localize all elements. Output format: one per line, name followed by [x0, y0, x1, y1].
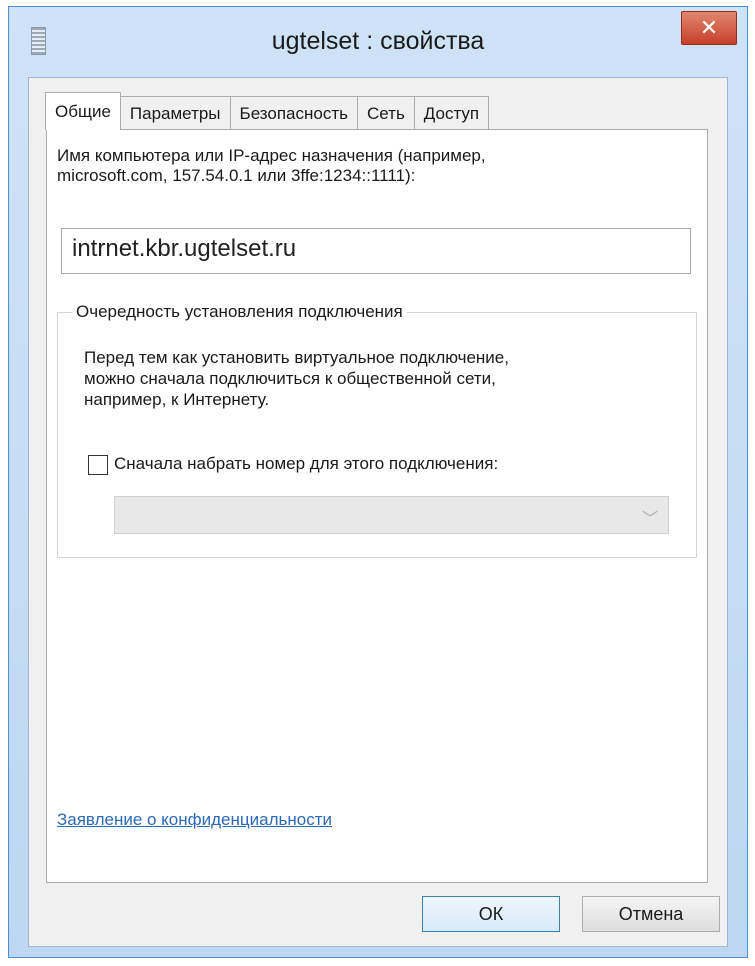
connection-order-group: Очередность установления подключения Пер… — [57, 302, 697, 558]
tab-sharing[interactable]: Доступ — [413, 96, 490, 130]
host-label-line: microsoft.com, 157.54.0.1 или 3ffe:1234:… — [57, 166, 416, 185]
title-bar[interactable]: ugtelset : свойства ✕ — [9, 7, 747, 77]
privacy-statement-link[interactable]: Заявление о конфиденциальности — [57, 810, 332, 830]
tab-networking[interactable]: Сеть — [356, 96, 415, 130]
window-title: ugtelset : свойства — [271, 27, 485, 55]
dialog-client-area: Общие Параметры Безопасность Сеть Доступ… — [28, 77, 728, 947]
dial-first-label[interactable]: Сначала набрать номер для этого подключе… — [114, 454, 498, 474]
tab-strip: Общие Параметры Безопасность Сеть Доступ — [45, 92, 490, 130]
general-tab-panel: Имя компьютера или IP-адрес назначения (… — [46, 129, 708, 883]
group-description-line: Перед тем как установить виртуальное под… — [84, 348, 509, 367]
cancel-button[interactable]: Отмена — [582, 896, 720, 932]
properties-dialog: ugtelset : свойства ✕ Общие Параметры Бе… — [8, 6, 748, 958]
group-description-line: например, к Интернету. — [84, 390, 270, 409]
tab-options[interactable]: Параметры — [119, 96, 231, 130]
host-field-label: Имя компьютера или IP-адрес назначения (… — [57, 146, 697, 186]
chevron-down-icon: ﹀ — [641, 511, 658, 528]
tab-general[interactable]: Общие — [45, 92, 121, 130]
close-button[interactable]: ✕ — [681, 11, 737, 45]
host-label-line: Имя компьютера или IP-адрес назначения (… — [57, 146, 486, 165]
ok-button[interactable]: ОК — [422, 896, 560, 932]
dial-first-checkbox[interactable] — [88, 455, 108, 475]
host-address-input[interactable]: intrnet.kbr.ugtelset.ru — [61, 228, 691, 274]
dial-connection-select: ﹀ — [114, 496, 669, 534]
group-title: Очередность установления подключения — [72, 302, 407, 322]
close-icon: ✕ — [699, 15, 719, 40]
group-description: Перед тем как установить виртуальное под… — [84, 347, 684, 410]
group-description-line: можно сначала подключиться к общественно… — [84, 369, 496, 388]
tab-security[interactable]: Безопасность — [229, 96, 358, 130]
